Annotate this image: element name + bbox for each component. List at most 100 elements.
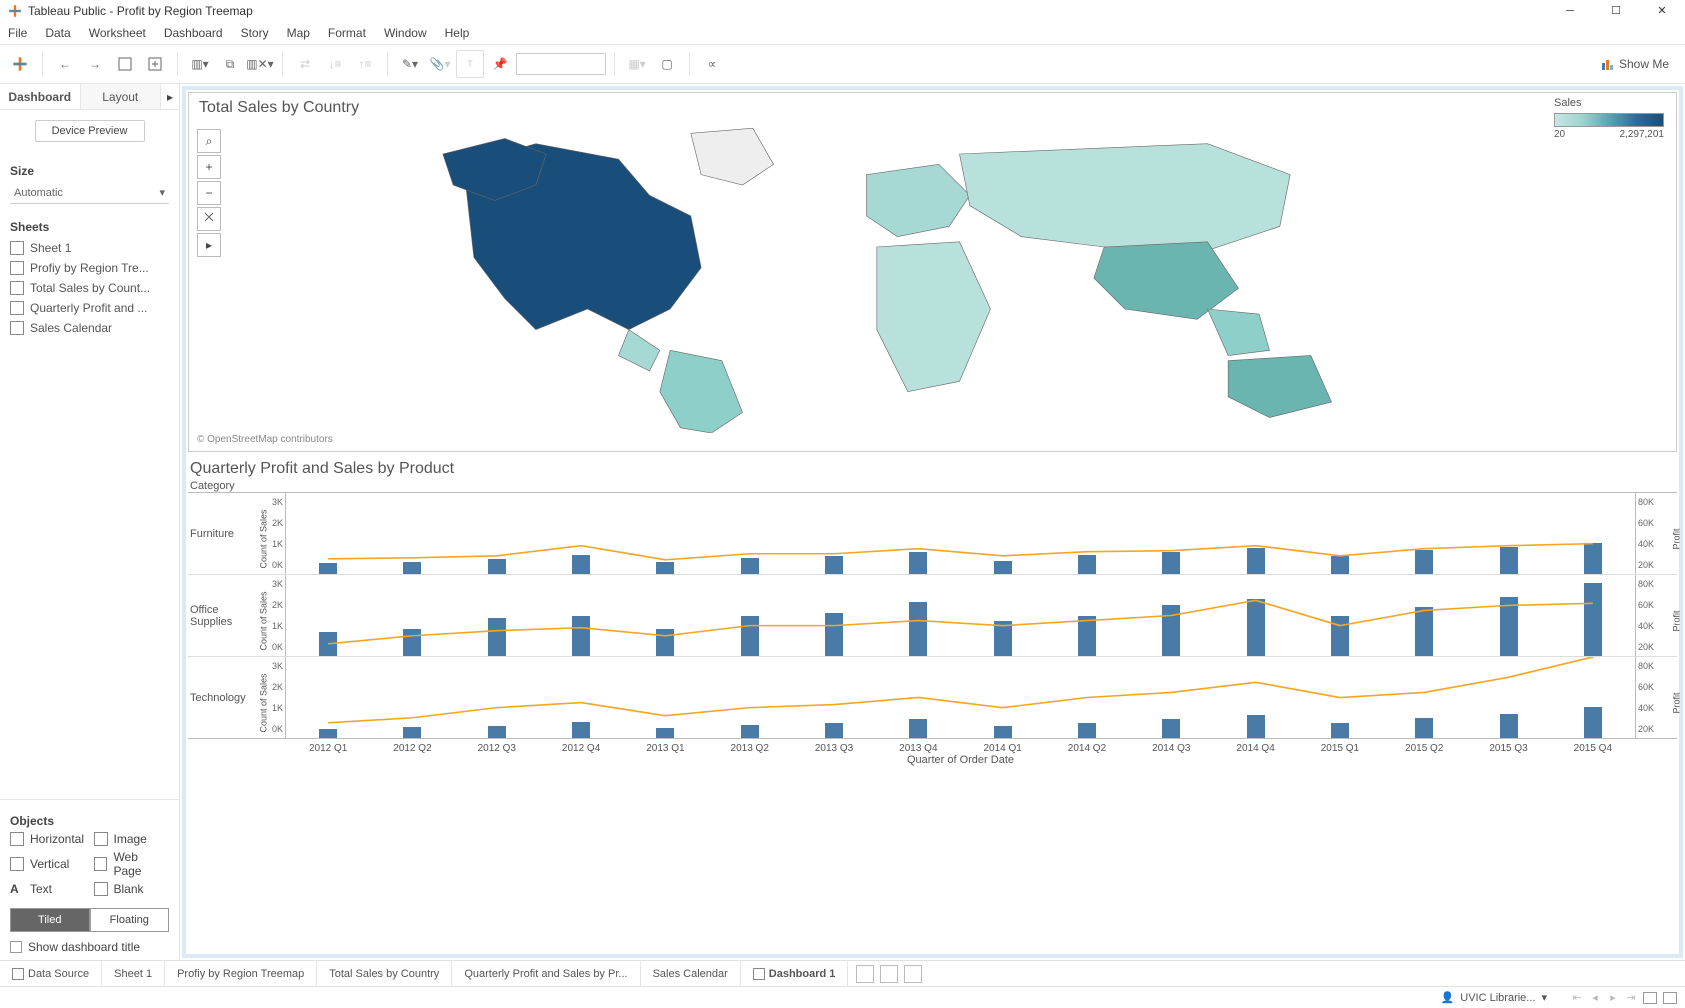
x-tick-label: 2013 Q4 bbox=[899, 743, 937, 754]
menu-window[interactable]: Window bbox=[384, 26, 427, 40]
show-cards-button[interactable]: ▦▾ bbox=[623, 50, 651, 78]
sidebar-tab-caret[interactable]: ▸ bbox=[161, 84, 179, 109]
nav-first[interactable]: ⇤ bbox=[1571, 991, 1583, 1004]
sheet-item[interactable]: Sales Calendar bbox=[10, 318, 169, 338]
object-webpage[interactable]: Web Page bbox=[94, 850, 170, 878]
tableau-logo-icon bbox=[8, 4, 22, 18]
tab-sheet[interactable]: Total Sales by Country bbox=[317, 961, 452, 986]
maximize-button[interactable]: ☐ bbox=[1593, 0, 1639, 22]
legend-min: 20 bbox=[1554, 129, 1565, 140]
y-axis-right: 80K60K40K20KProfit bbox=[1635, 493, 1677, 574]
menu-file[interactable]: File bbox=[8, 26, 27, 40]
plot-area[interactable] bbox=[286, 493, 1635, 574]
share-button[interactable]: ∝ bbox=[698, 50, 726, 78]
undo-button[interactable]: ← bbox=[51, 50, 79, 78]
sheet-item[interactable]: Sheet 1 bbox=[10, 238, 169, 258]
sidebar-tab-dashboard[interactable]: Dashboard bbox=[0, 84, 81, 109]
new-worksheet-tab-button[interactable] bbox=[856, 965, 874, 983]
tableau-icon[interactable] bbox=[6, 50, 34, 78]
row-category-label: Furniture bbox=[188, 493, 256, 574]
plot-area[interactable] bbox=[286, 657, 1635, 738]
sort-asc-button[interactable]: ↓≡ bbox=[321, 50, 349, 78]
nav-prev[interactable]: ◂ bbox=[1589, 991, 1601, 1004]
user-label[interactable]: UVIC Librarie... bbox=[1460, 992, 1535, 1004]
presentation-button[interactable]: ▢ bbox=[653, 50, 681, 78]
sort-desc-button[interactable]: ↑≡ bbox=[351, 50, 379, 78]
device-preview-button[interactable]: Device Preview bbox=[35, 120, 145, 142]
grid-icon[interactable] bbox=[1663, 992, 1677, 1004]
fit-dropdown[interactable] bbox=[516, 53, 606, 75]
map-pan-button[interactable]: ▸ bbox=[197, 233, 221, 257]
tab-sheet[interactable]: Profiy by Region Treemap bbox=[165, 961, 317, 986]
map-zoom-in-button[interactable]: + bbox=[197, 155, 221, 179]
sheets-list: Sheet 1 Profiy by Region Tre... Total Sa… bbox=[10, 238, 169, 338]
chevron-down-icon: ▾ bbox=[159, 186, 165, 199]
save-button[interactable] bbox=[111, 50, 139, 78]
menu-data[interactable]: Data bbox=[45, 26, 70, 40]
group-button[interactable]: 📎▾ bbox=[426, 50, 454, 78]
menu-story[interactable]: Story bbox=[241, 26, 269, 40]
sheet-item[interactable]: Total Sales by Count... bbox=[10, 278, 169, 298]
datasource-icon bbox=[12, 968, 24, 980]
object-image[interactable]: Image bbox=[94, 832, 170, 846]
tiled-button[interactable]: Tiled bbox=[10, 908, 90, 932]
menu-worksheet[interactable]: Worksheet bbox=[89, 26, 146, 40]
menu-dashboard[interactable]: Dashboard bbox=[164, 26, 223, 40]
new-worksheet-button[interactable]: ▥▾ bbox=[186, 50, 214, 78]
object-blank[interactable]: Blank bbox=[94, 882, 170, 896]
redo-button[interactable]: → bbox=[81, 50, 109, 78]
object-vertical[interactable]: Vertical bbox=[10, 850, 86, 878]
webpage-icon bbox=[94, 857, 108, 871]
map-title: Total Sales by Country bbox=[189, 93, 1676, 123]
swap-button[interactable]: ⇄ bbox=[291, 50, 319, 78]
size-select[interactable]: Automatic▾ bbox=[10, 182, 169, 204]
new-story-tab-button[interactable] bbox=[904, 965, 922, 983]
dashboard-icon bbox=[753, 968, 765, 980]
tab-sheet[interactable]: Sales Calendar bbox=[641, 961, 741, 986]
legend-max: 2,297,201 bbox=[1620, 129, 1665, 140]
nav-last[interactable]: ⇥ bbox=[1625, 991, 1637, 1004]
window-title: Tableau Public - Profit by Region Treema… bbox=[28, 4, 253, 18]
pin-button[interactable]: 📌 bbox=[486, 50, 514, 78]
tab-sheet[interactable]: Quarterly Profit and Sales by Pr... bbox=[452, 961, 640, 986]
highlight-button[interactable]: ✎▾ bbox=[396, 50, 424, 78]
close-button[interactable]: ✕ bbox=[1639, 0, 1685, 22]
chart-row: FurnitureCount of Sales3K2K1K0K80K60K40K… bbox=[188, 492, 1677, 574]
tab-dashboard-active[interactable]: Dashboard 1 bbox=[741, 961, 849, 986]
dashboard-canvas[interactable]: Total Sales by Country ⌕ + − ▸ Sales 20 … bbox=[180, 84, 1685, 960]
x-tick-label: 2014 Q1 bbox=[983, 743, 1021, 754]
map-home-button[interactable] bbox=[197, 207, 221, 231]
world-map[interactable] bbox=[269, 123, 1526, 433]
object-horizontal[interactable]: Horizontal bbox=[10, 832, 86, 846]
x-tick-label: 2014 Q2 bbox=[1068, 743, 1106, 754]
menu-help[interactable]: Help bbox=[445, 26, 470, 40]
filmstrip-icon[interactable] bbox=[1643, 992, 1657, 1004]
object-text[interactable]: AText bbox=[10, 882, 86, 896]
x-tick-label: 2015 Q1 bbox=[1321, 743, 1359, 754]
plot-area[interactable] bbox=[286, 575, 1635, 656]
nav-next[interactable]: ▸ bbox=[1607, 991, 1619, 1004]
labels-button[interactable]: T bbox=[456, 50, 484, 78]
map-zoom-out-button[interactable]: − bbox=[197, 181, 221, 205]
chevron-down-icon[interactable]: ▾ bbox=[1541, 991, 1547, 1004]
duplicate-button[interactable]: ⧉ bbox=[216, 50, 244, 78]
data-source-tab[interactable]: Data Source bbox=[0, 961, 102, 986]
new-dashboard-tab-button[interactable] bbox=[880, 965, 898, 983]
sheet-item[interactable]: Quarterly Profit and ... bbox=[10, 298, 169, 318]
map-panel[interactable]: Total Sales by Country ⌕ + − ▸ Sales 20 … bbox=[188, 92, 1677, 452]
worksheet-icon bbox=[10, 301, 24, 315]
sidebar-tab-layout[interactable]: Layout bbox=[81, 84, 162, 109]
map-search-button[interactable]: ⌕ bbox=[197, 129, 221, 153]
minimize-button[interactable]: ─ bbox=[1547, 0, 1593, 22]
clear-button[interactable]: ▥✕▾ bbox=[246, 50, 274, 78]
menu-format[interactable]: Format bbox=[328, 26, 366, 40]
sheet-item[interactable]: Profiy by Region Tre... bbox=[10, 258, 169, 278]
floating-button[interactable]: Floating bbox=[90, 908, 170, 932]
new-data-button[interactable] bbox=[141, 50, 169, 78]
show-title-checkbox[interactable] bbox=[10, 941, 22, 953]
x-axis-title: Quarter of Order Date bbox=[286, 754, 1635, 766]
chart-panel[interactable]: Quarterly Profit and Sales by Product Ca… bbox=[188, 456, 1677, 952]
menu-map[interactable]: Map bbox=[287, 26, 310, 40]
tab-sheet[interactable]: Sheet 1 bbox=[102, 961, 165, 986]
show-me-button[interactable]: Show Me bbox=[1601, 57, 1679, 71]
